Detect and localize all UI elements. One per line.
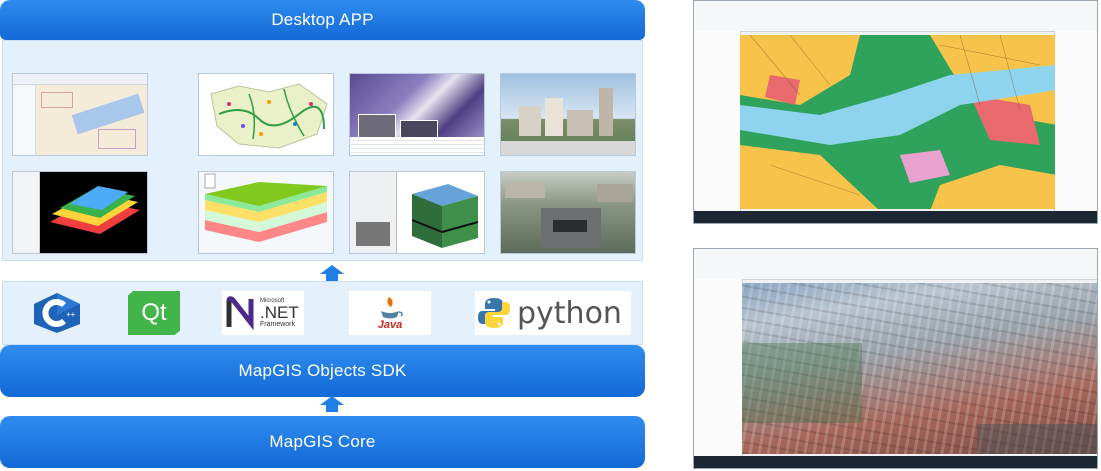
desktop-app-label: Desktop APP bbox=[271, 10, 374, 29]
thumb-2d-map-editor bbox=[12, 73, 148, 156]
desktop-app-gallery bbox=[2, 40, 643, 261]
layer-tree-panel bbox=[694, 279, 743, 456]
java-logo: Java bbox=[349, 291, 431, 335]
sdk-label: MapGIS Objects SDK bbox=[238, 361, 407, 380]
taskbar bbox=[694, 456, 1097, 468]
qt-logo-text: Qt bbox=[141, 299, 167, 326]
thumb-remote-sensing-imagery bbox=[349, 73, 485, 156]
cpp-logo: ++ bbox=[29, 291, 85, 335]
python-logo: python bbox=[475, 291, 631, 335]
layer-tree-panel bbox=[694, 31, 741, 211]
java-logo-text: Java bbox=[377, 319, 403, 331]
thumb-3d-geology-cube bbox=[349, 171, 485, 254]
dotnet-main-text: .NET bbox=[260, 303, 299, 322]
language-bindings: ++ Qt Microsoft .NET Framework Java pyth… bbox=[2, 281, 643, 345]
app-ribbon bbox=[694, 249, 1097, 280]
up-arrow-icon bbox=[320, 396, 344, 412]
properties-panel bbox=[1054, 31, 1097, 211]
python-logo-text: python bbox=[517, 295, 622, 331]
dotnet-logo: Microsoft .NET Framework bbox=[222, 291, 304, 335]
desktop-app-layer: Desktop APP bbox=[0, 0, 645, 40]
core-label: MapGIS Core bbox=[269, 432, 376, 451]
thumb-3d-city-model bbox=[500, 73, 636, 156]
3d-scene-view bbox=[742, 283, 1097, 454]
up-arrow-icon bbox=[320, 265, 344, 281]
screenshot-2d-land-use-map bbox=[693, 0, 1098, 224]
thumb-street-scene-3d bbox=[500, 171, 636, 254]
map-view bbox=[740, 35, 1055, 209]
taskbar bbox=[694, 211, 1097, 223]
screenshot-3d-city-scene bbox=[693, 248, 1098, 469]
thumb-river-network-map bbox=[198, 73, 334, 156]
svg-text:++: ++ bbox=[66, 310, 76, 319]
app-ribbon bbox=[694, 1, 1097, 32]
core-layer: MapGIS Core bbox=[0, 416, 645, 468]
qt-logo: Qt bbox=[127, 291, 181, 335]
thumb-geological-section-model bbox=[198, 171, 334, 254]
thumb-3d-terrain-layers bbox=[12, 171, 148, 254]
dotnet-framework-text: Framework bbox=[260, 321, 296, 328]
sdk-layer: MapGIS Objects SDK bbox=[0, 345, 645, 397]
